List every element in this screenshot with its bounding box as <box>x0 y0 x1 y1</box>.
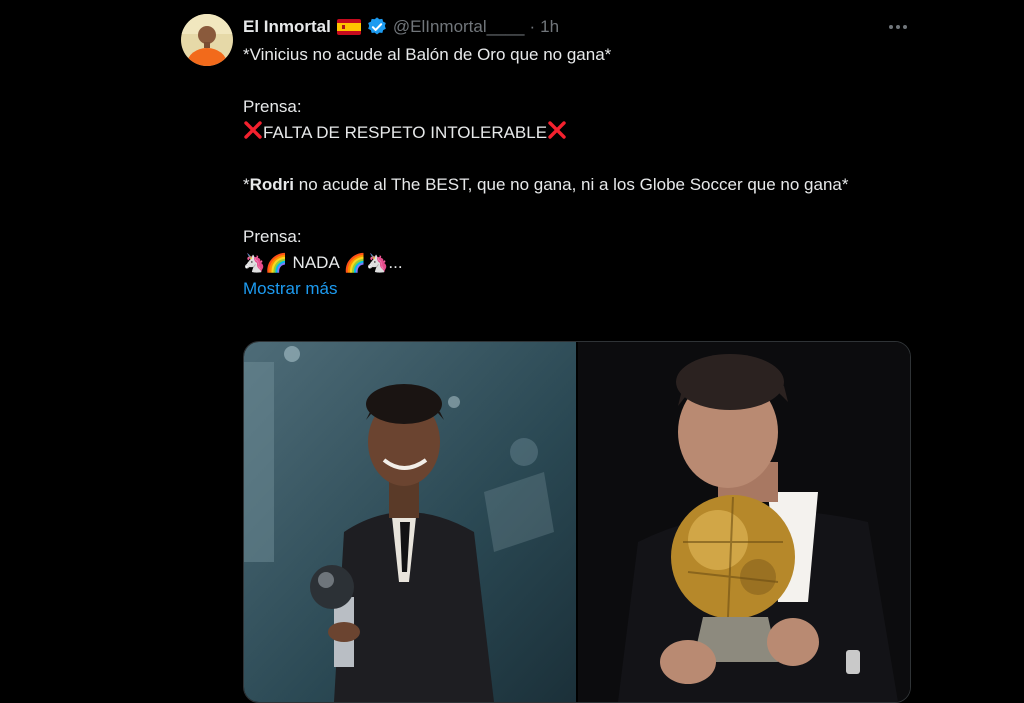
tweet-line-nada: 🦄🌈 NADA 🌈🦄... <box>243 250 903 276</box>
show-more-link[interactable]: Mostrar más <box>243 279 337 298</box>
cross-mark-icon <box>547 120 567 140</box>
photo-vinicius[interactable] <box>244 342 576 702</box>
verified-badge-icon[interactable] <box>366 16 388 38</box>
tweet[interactable]: El Inmortal @ElInmortal____ · 1h *Vinici <box>0 0 1024 703</box>
ellipsis: ... <box>388 253 403 272</box>
tweet-line-vinicius: *Vinicius no acude al Balón de Oro que n… <box>243 45 612 64</box>
separator-dot: · <box>529 17 536 36</box>
nada-text: NADA <box>287 253 344 272</box>
falta-text: FALTA DE RESPETO INTOLERABLE <box>263 123 548 142</box>
avatar[interactable] <box>181 14 233 66</box>
cross-mark-icon <box>243 120 263 140</box>
tweet-line-falta: FALTA DE RESPETO INTOLERABLE <box>243 120 903 146</box>
spain-flag-icon <box>336 19 361 35</box>
photo-rodri[interactable] <box>578 342 910 702</box>
avatar-image <box>181 14 233 66</box>
author-display-name[interactable]: El Inmortal <box>243 17 331 37</box>
timestamp[interactable]: 1h <box>540 17 559 37</box>
rodri-star: * <box>243 175 250 194</box>
rainbow-unicorn-emoji: 🌈🦄 <box>343 253 389 273</box>
tweet-media <box>243 341 911 703</box>
more-horizontal-icon[interactable] <box>884 14 912 40</box>
tweet-header: El Inmortal @ElInmortal____ · 1h <box>243 14 559 40</box>
tweet-text: *Vinicius no acude al Balón de Oro que n… <box>243 42 903 302</box>
author-handle[interactable]: @ElInmortal____ <box>393 17 525 37</box>
unicorn-rainbow-emoji: 🦄🌈 <box>243 253 288 273</box>
rodri-bold: Rodri <box>249 175 295 194</box>
rodri-rest: no acude al The BEST, que no gana, ni a … <box>294 175 849 194</box>
tweet-line-rodri: *Rodri no acude al The BEST, que no gana… <box>243 172 903 198</box>
tweet-line-prensa-1: Prensa: <box>243 97 302 116</box>
tweet-line-prensa-2: Prensa: <box>243 227 302 246</box>
